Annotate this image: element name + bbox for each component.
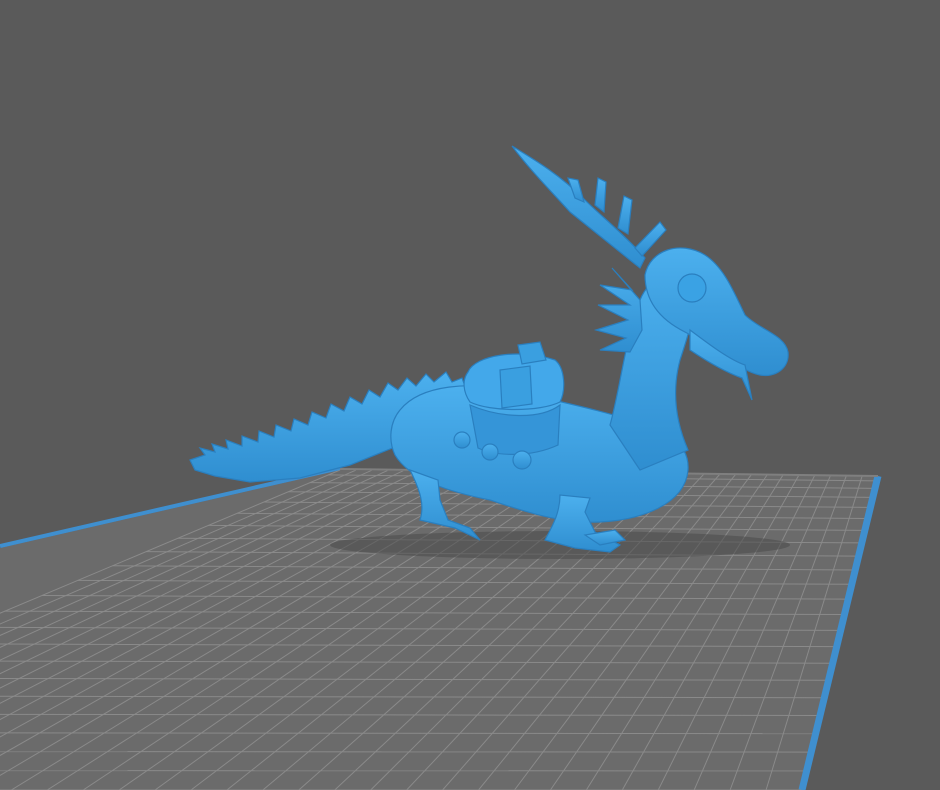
dragon-saddle-ring-2 — [481, 443, 499, 461]
dragon-saddle-strap — [499, 365, 533, 409]
scene-canvas[interactable] — [0, 0, 940, 790]
3d-viewport[interactable] — [0, 0, 940, 790]
dragon-eye — [677, 273, 707, 303]
dragon-saddle-ring-3 — [512, 450, 532, 470]
dragon-saddle-ring-1 — [453, 431, 471, 449]
